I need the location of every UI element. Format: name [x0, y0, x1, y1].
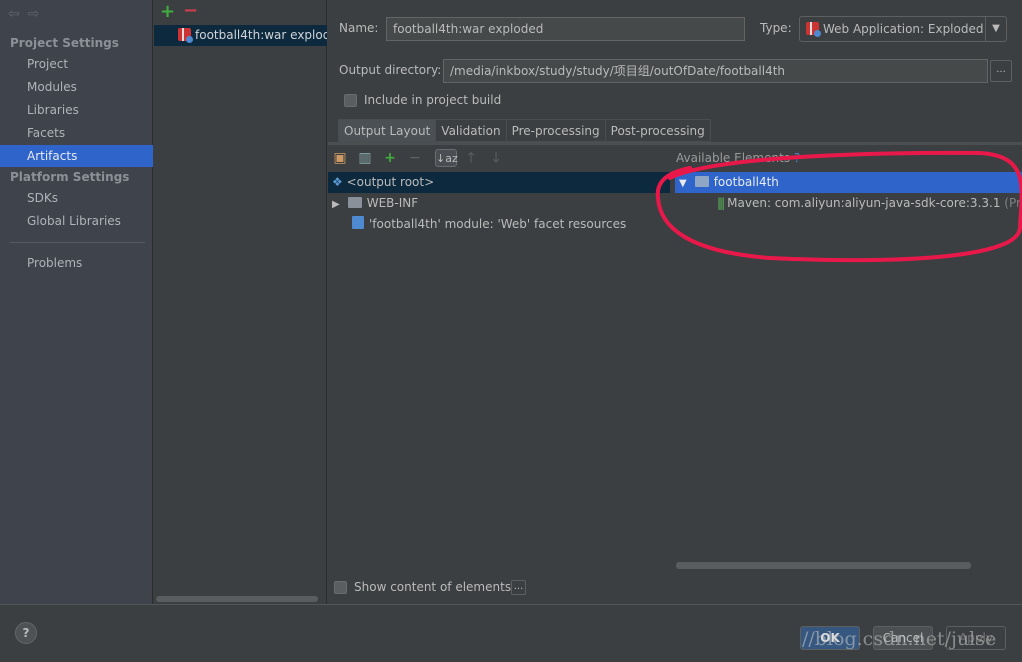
sidebar-item-sdks[interactable]: SDKs [0, 187, 153, 209]
move-up-icon[interactable]: 🡑 [463, 149, 479, 167]
include-build-checkbox[interactable] [344, 94, 357, 107]
add-artifact-button[interactable]: + [160, 1, 175, 22]
add-element-icon[interactable]: + [382, 149, 398, 167]
show-content-options-button[interactable]: ... [511, 580, 526, 595]
archive-icon[interactable]: ▥ [357, 149, 373, 167]
horizontal-scrollbar[interactable] [676, 562, 971, 569]
horizontal-scrollbar[interactable] [156, 596, 318, 602]
browse-button[interactable]: ... [990, 60, 1012, 82]
sidebar-item-libraries[interactable]: Libraries [0, 99, 153, 121]
move-down-icon[interactable]: 🡓 [488, 149, 504, 167]
create-directory-icon[interactable]: ▣ [332, 149, 348, 167]
war-artifact-icon [178, 28, 193, 43]
tab-pre-processing[interactable]: Pre-processing [506, 119, 606, 142]
type-label: Type: [760, 21, 792, 35]
tree-row-label: <output root> [346, 175, 435, 189]
remove-artifact-button[interactable]: − [183, 0, 198, 21]
type-select[interactable]: Web Application: Exploded ▼ [799, 16, 1007, 42]
web-app-icon [806, 22, 821, 37]
artifact-label: football4th:war exploded [195, 28, 327, 42]
tab-post-processing[interactable]: Post-processing [605, 119, 711, 142]
remove-element-icon[interactable]: − [407, 149, 423, 167]
tree-row-label: 'football4th' module: 'Web' facet resour… [369, 217, 627, 231]
expand-arrow-icon: ▶ [332, 199, 340, 210]
type-value: Web Application: Exploded [823, 22, 984, 36]
output-root-icon: ❖ [332, 175, 347, 189]
show-content-checkbox[interactable] [334, 581, 347, 594]
artifact-item[interactable]: football4th:war exploded [154, 25, 327, 46]
sort-icon[interactable]: ↓az [435, 149, 458, 167]
section-platform-settings: Platform Settings [10, 170, 130, 184]
tree-row-web-inf[interactable]: ▶ WEB-INF [328, 193, 670, 214]
tree-row-output-root[interactable]: ❖ <output root> [328, 172, 670, 193]
folder-icon [347, 197, 362, 208]
tab-output-layout[interactable]: Output Layout [338, 119, 437, 142]
divider [10, 242, 145, 243]
show-content-label: Show content of elements [354, 580, 512, 594]
annotation-circle [655, 150, 1022, 263]
sidebar-item-global-libraries[interactable]: Global Libraries [0, 210, 153, 232]
tab-validation[interactable]: Validation [436, 119, 507, 142]
watermark: //blog.csdn.net/julse [802, 628, 997, 650]
back-forward-icons[interactable]: ⇦⇨ [8, 6, 47, 22]
chevron-down-icon: ▼ [985, 17, 1006, 41]
help-button[interactable]: ? [15, 622, 37, 644]
sidebar: ⇦⇨ Project Settings Project Modules Libr… [0, 0, 153, 604]
output-directory-label: Output directory: [339, 63, 442, 77]
artifact-list-panel: + − football4th:war exploded [154, 0, 327, 604]
tree-row-web-facet[interactable]: 'football4th' module: 'Web' facet resour… [328, 214, 670, 235]
web-facet-icon [352, 216, 364, 229]
include-build-label: Include in project build [364, 93, 502, 107]
tab-bar: Output Layout Validation Pre-processing … [338, 119, 711, 142]
output-layout-tree: ❖ <output root> ▶ WEB-INF 'football4th' m… [328, 172, 670, 235]
output-directory-input[interactable]: /media/inkbox/study/study/项目组/outOfDate/… [443, 59, 988, 83]
sidebar-item-project[interactable]: Project [0, 53, 153, 75]
tab-divider [328, 142, 1022, 145]
name-input[interactable]: football4th:war exploded [386, 17, 745, 41]
sidebar-item-modules[interactable]: Modules [0, 76, 153, 98]
name-label: Name: [339, 21, 379, 35]
tree-row-label: WEB-INF [366, 196, 419, 210]
sidebar-item-facets[interactable]: Facets [0, 122, 153, 144]
section-project-settings: Project Settings [10, 36, 119, 50]
sidebar-item-artifacts[interactable]: Artifacts [0, 145, 153, 167]
sidebar-item-problems[interactable]: Problems [0, 252, 153, 274]
